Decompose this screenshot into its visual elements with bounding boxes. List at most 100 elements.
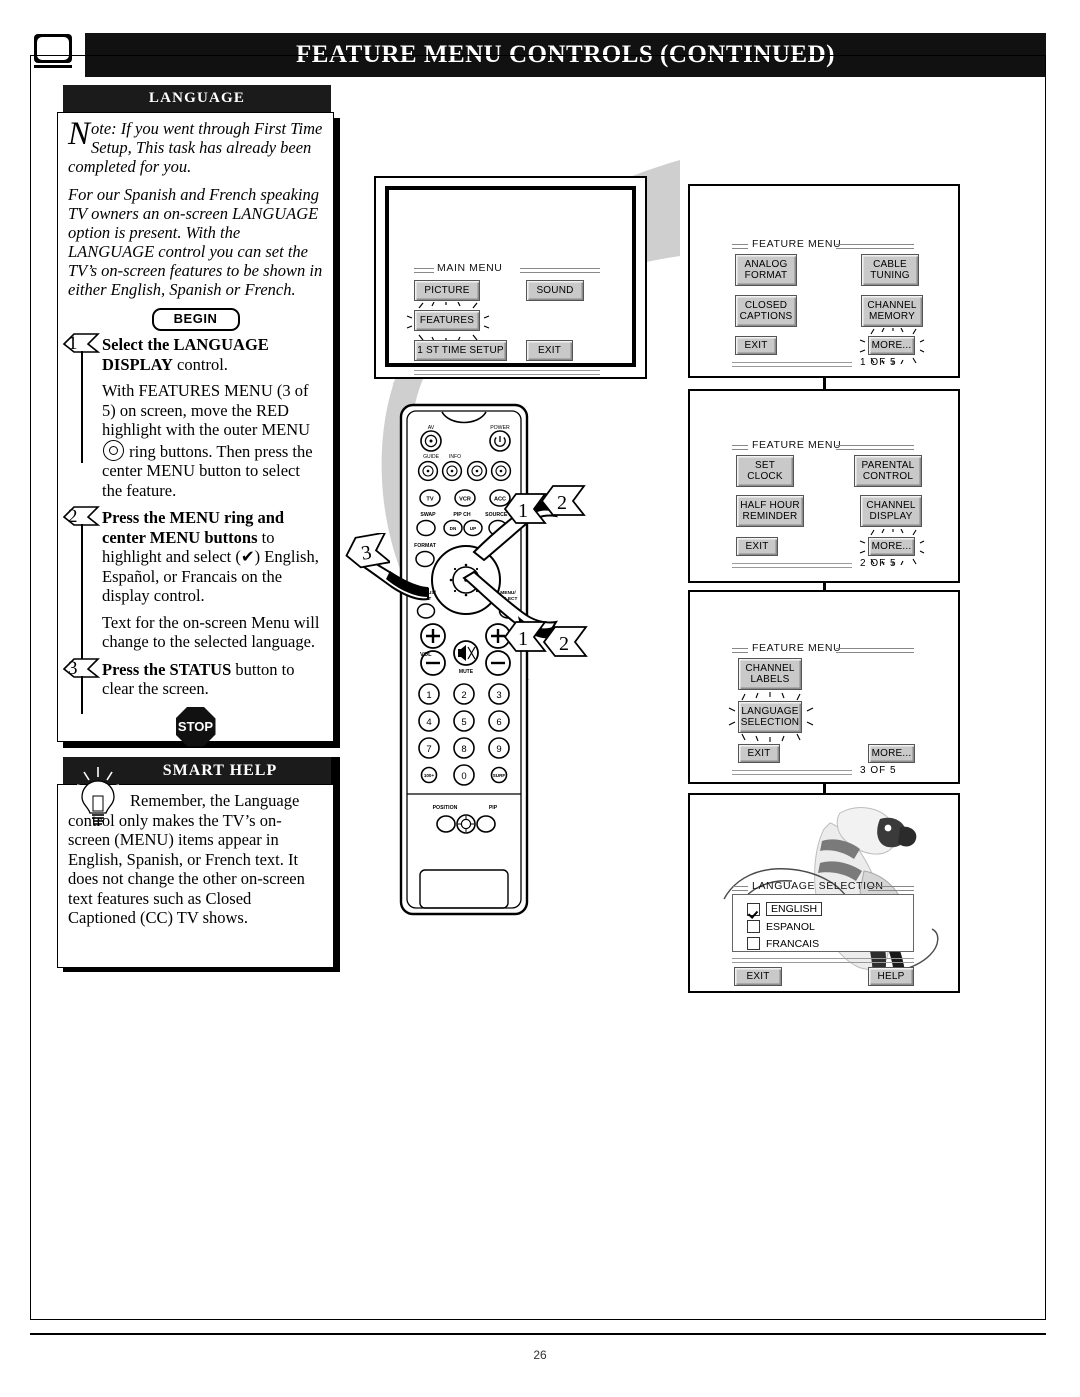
note-dropcap: N — [68, 116, 91, 152]
fm3-title: FEATURE MENU — [752, 642, 842, 654]
btn-label: EXIT — [745, 540, 769, 552]
btn-line2: TUNING — [870, 270, 910, 281]
svg-text:INFO: INFO — [449, 454, 461, 460]
step-3: 3 Press the STATUS button to clear the s… — [62, 657, 323, 714]
main-menu-bottom-rule — [414, 370, 600, 375]
btn-line2: CLOCK — [747, 471, 783, 482]
fm1-rule-right — [836, 244, 914, 249]
svg-text:2: 2 — [461, 690, 466, 701]
fm2-button-exit[interactable]: EXIT — [736, 537, 778, 556]
ls-button-exit[interactable]: EXIT — [734, 967, 782, 986]
fm2-button-channel-display[interactable]: CHANNEL DISPLAY — [860, 495, 922, 527]
page-number: 26 — [533, 1348, 547, 1362]
language-option-english[interactable]: ENGLISH — [747, 902, 823, 916]
language-selection-title: LANGUAGE SELECTION — [752, 880, 884, 892]
ls-rule-left — [732, 886, 748, 891]
feature-menu-1-screen: FEATURE MENU ANALOG FORMAT CABLE TUNING CL… — [688, 184, 960, 378]
btn-line1: ANALOG — [744, 258, 788, 270]
lightbulb-icon — [75, 766, 121, 828]
btn-label: EXIT — [747, 747, 771, 759]
btn-line2: CAPTIONS — [739, 311, 793, 322]
stop-badge: STOP — [175, 706, 216, 747]
svg-text:DN: DN — [450, 526, 457, 531]
fm3-button-channel-labels[interactable]: CHANNEL LABELS — [738, 658, 802, 690]
main-menu-tv: MAIN MENU PICTURE SOUND FEATURES 1 ST TI… — [374, 176, 647, 379]
main-menu-button-exit[interactable]: EXIT — [526, 340, 573, 361]
fm2-bottom-rule — [732, 563, 852, 568]
svg-text:SWAP: SWAP — [420, 512, 436, 518]
ls-bottom-rule — [732, 958, 914, 963]
btn-label: MORE... — [871, 747, 912, 759]
fm2-rule-right — [836, 445, 914, 450]
main-menu-title: MAIN MENU — [437, 262, 503, 274]
fm2-button-half-hour-reminder[interactable]: HALF HOUR REMINDER — [736, 495, 804, 527]
language-panel-title: LANGUAGE — [63, 85, 331, 112]
svg-text:5: 5 — [461, 717, 466, 728]
language-option-english-label: ENGLISH — [766, 902, 823, 916]
step-3-number: 3 — [68, 657, 78, 679]
checkbox-espanol[interactable] — [747, 920, 760, 933]
svg-text:TV: TV — [426, 497, 433, 503]
fm3-page-indicator: 3 OF 5 — [860, 765, 897, 776]
btn-line1: CABLE — [873, 258, 907, 270]
btn-label: 1 ST TIME SETUP — [417, 344, 504, 356]
title-rule-left — [414, 268, 434, 273]
fm3-bottom-rule — [732, 770, 852, 775]
btn-label: PICTURE — [424, 284, 470, 296]
callout-3-left: 3 — [344, 531, 393, 575]
step-3-heading: Press the STATUS — [102, 659, 232, 679]
checkbox-francais[interactable] — [747, 937, 760, 950]
fm1-rule-left — [732, 244, 748, 249]
svg-text:9: 9 — [496, 744, 501, 755]
svg-text:3: 3 — [496, 690, 501, 701]
main-menu-button-first-time-setup[interactable]: 1 ST TIME SETUP — [414, 340, 507, 361]
svg-text:2: 2 — [557, 492, 567, 514]
svg-text:8: 8 — [461, 744, 466, 755]
fm2-button-parental-control[interactable]: PARENTAL CONTROL — [854, 455, 922, 487]
fm1-button-analog-format[interactable]: ANALOG FORMAT — [735, 254, 797, 286]
main-menu-button-sound[interactable]: SOUND — [526, 280, 584, 301]
btn-line1: CHANNEL — [745, 662, 795, 674]
ls-rule-right — [868, 886, 914, 891]
fm3-language-highlight-sparkle — [728, 692, 814, 747]
svg-text:2: 2 — [559, 633, 569, 655]
fm1-title: FEATURE MENU — [752, 238, 842, 250]
fm2-rule-left — [732, 445, 748, 450]
step-1-body-a: With FEATURES MENU (3 of 5) on screen, m… — [102, 381, 311, 439]
btn-label: HELP — [877, 970, 905, 982]
language-option-espanol[interactable]: ESPANOL — [747, 920, 815, 933]
btn-label: SOUND — [536, 284, 574, 296]
step-2-number: 2 — [68, 506, 78, 527]
fm1-button-closed-captions[interactable]: CLOSED CAPTIONS — [735, 295, 797, 327]
language-option-francais[interactable]: FRANCAIS — [747, 937, 819, 950]
fm2-page-indicator: 2 OF 5 — [860, 558, 897, 569]
fm2-button-set-clock[interactable]: SET CLOCK — [736, 455, 794, 487]
main-menu-screen: MAIN MENU PICTURE SOUND FEATURES 1 ST TI… — [385, 186, 636, 375]
fm3-button-exit[interactable]: EXIT — [738, 744, 780, 763]
footer-rule — [30, 1333, 1046, 1335]
svg-text:0: 0 — [461, 771, 466, 782]
language-panel-body: Note: If you went through First Time Set… — [57, 112, 334, 747]
main-menu-button-picture[interactable]: PICTURE — [414, 280, 480, 301]
btn-line1: PARENTAL — [861, 459, 915, 471]
language-option-espanol-label: ESPANOL — [766, 920, 815, 933]
fm1-button-exit[interactable]: EXIT — [735, 336, 777, 355]
fm1-button-cable-tuning[interactable]: CABLE TUNING — [861, 254, 919, 286]
svg-text:POSITION: POSITION — [433, 805, 458, 811]
svg-text:SURF: SURF — [493, 773, 506, 778]
checkbox-english-checked[interactable] — [747, 902, 760, 916]
btn-line1: CHANNEL — [866, 499, 916, 511]
svg-text:PIP CH: PIP CH — [453, 512, 470, 518]
step-3-rule — [81, 675, 83, 714]
ls-button-help[interactable]: HELP — [868, 967, 914, 986]
fm1-page-indicator: 1 OF 5 — [860, 357, 897, 368]
svg-text:7: 7 — [426, 744, 431, 755]
note-text: ote: If you went through First Time Setu… — [68, 119, 323, 176]
fm3-rule-left — [732, 648, 748, 653]
btn-line1: SET — [754, 459, 776, 471]
btn-line1: CLOSED — [744, 299, 788, 311]
callout-2-lower: 2 — [542, 625, 588, 665]
svg-text:MUTE: MUTE — [459, 669, 474, 675]
fm3-button-more[interactable]: MORE... — [868, 744, 915, 763]
fm1-button-channel-memory[interactable]: CHANNEL MEMORY — [861, 295, 923, 327]
